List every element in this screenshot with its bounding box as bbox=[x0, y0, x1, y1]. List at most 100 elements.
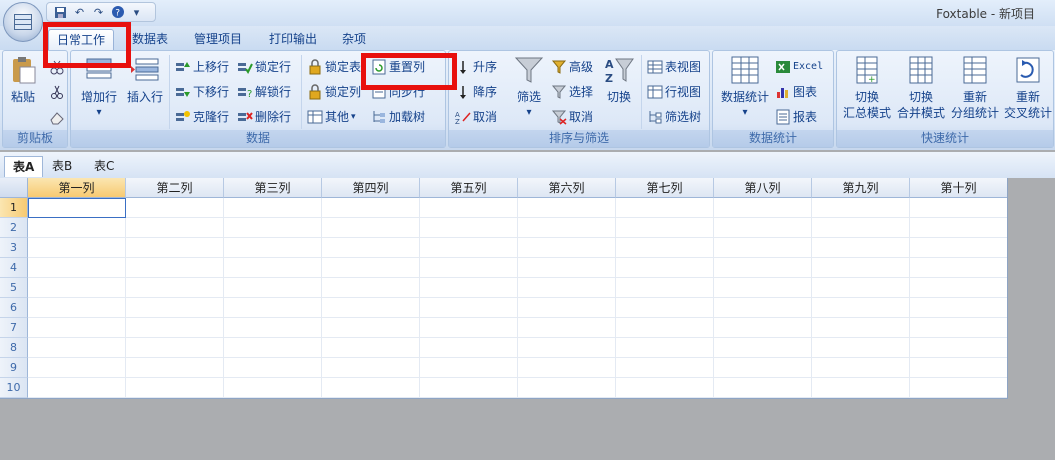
report-button[interactable]: 报表 bbox=[775, 107, 817, 127]
insert-row-button[interactable]: 插入行 bbox=[125, 55, 165, 105]
clone-row-button[interactable]: 克隆行 bbox=[175, 107, 229, 127]
customize-dropdown-icon[interactable]: ▾ bbox=[129, 5, 144, 20]
switch-merge-mode-button[interactable]: 切换 合并模式 bbox=[893, 55, 949, 121]
data-grid[interactable]: 第一列 第二列 第三列 第四列 第五列 第六列 第七列 第八列 第九列 第十列 123456789… bbox=[0, 178, 1008, 399]
paste-button[interactable]: 粘贴 bbox=[7, 55, 39, 105]
advanced-filter-button[interactable]: 高级 bbox=[551, 57, 593, 77]
highlight-box-daily-work bbox=[43, 22, 131, 68]
svg-text:+: + bbox=[868, 75, 876, 85]
insert-row-icon bbox=[130, 55, 160, 85]
clipboard-group-label: 剪贴板 bbox=[3, 130, 67, 147]
scissors-icon bbox=[49, 84, 65, 100]
column-header[interactable]: 第九列 bbox=[812, 178, 910, 198]
row-view-icon bbox=[647, 84, 663, 100]
sort-desc-button[interactable]: 降序 bbox=[455, 82, 497, 102]
switch-summary-mode-button[interactable]: + 切换 汇总模式 bbox=[839, 55, 895, 121]
column-header[interactable]: 第七列 bbox=[616, 178, 714, 198]
stats-group: 数据统计 ▾ Excel 图表 报表 数据统计 bbox=[712, 50, 834, 148]
column-header[interactable]: 第一列 bbox=[28, 178, 126, 198]
redo-icon[interactable]: ↷ bbox=[91, 5, 106, 20]
lock-table-button[interactable]: 锁定表 bbox=[307, 57, 361, 77]
excel-icon bbox=[775, 59, 791, 75]
select-filter-button[interactable]: 选择 bbox=[551, 82, 593, 102]
tab-misc[interactable]: 杂项 bbox=[334, 29, 374, 50]
unlock-row-button[interactable]: ? 解锁行 bbox=[237, 82, 291, 102]
move-row-down-button[interactable]: 下移行 bbox=[175, 82, 229, 102]
sort-filter-group-label: 排序与筛选 bbox=[449, 130, 709, 147]
cancel-sort-button[interactable]: A Z 取消 bbox=[455, 107, 497, 127]
column-header[interactable]: 第三列 bbox=[224, 178, 322, 198]
sheet-tab-c[interactable]: 表C bbox=[86, 156, 122, 177]
cancel-filter-button[interactable]: 取消 bbox=[551, 107, 593, 127]
move-down-icon bbox=[175, 84, 191, 100]
row-header[interactable]: 9 bbox=[0, 358, 28, 378]
delete-row-button[interactable]: 删除行 bbox=[237, 107, 291, 127]
row-header[interactable]: 1 bbox=[0, 198, 28, 218]
app-logo-icon bbox=[14, 14, 32, 30]
column-header[interactable]: 第八列 bbox=[714, 178, 812, 198]
unlock-row-icon: ? bbox=[237, 84, 253, 100]
column-header[interactable]: 第二列 bbox=[126, 178, 224, 198]
sort-az-filter-icon: AZ bbox=[604, 55, 634, 85]
select-filter-icon bbox=[551, 84, 567, 100]
row-header[interactable]: 10 bbox=[0, 378, 28, 398]
grid-line bbox=[28, 217, 1007, 218]
switch-filter-button[interactable]: AZ 切换 bbox=[601, 55, 637, 105]
row-header[interactable]: 3 bbox=[0, 238, 28, 258]
active-cell[interactable] bbox=[28, 198, 126, 218]
sheet-tab-b[interactable]: 表B bbox=[44, 156, 80, 177]
lock-column-button[interactable]: 锁定列 bbox=[307, 82, 361, 102]
move-row-up-button[interactable]: 上移行 bbox=[175, 57, 229, 77]
grid-line bbox=[223, 198, 224, 398]
filter-dropdown-icon: ▾ bbox=[526, 107, 532, 118]
row-view-button[interactable]: 行视图 bbox=[647, 82, 701, 102]
save-icon[interactable] bbox=[53, 5, 68, 20]
data-stats-button[interactable]: 数据统计 ▾ bbox=[717, 55, 773, 121]
filter-button[interactable]: 筛选 ▾ bbox=[511, 55, 547, 121]
help-icon[interactable]: ? bbox=[110, 5, 125, 20]
grid-line bbox=[28, 357, 1007, 358]
sort-asc-button[interactable]: 升序 bbox=[455, 57, 497, 77]
format-painter-button[interactable] bbox=[49, 107, 67, 127]
row-header[interactable]: 4 bbox=[0, 258, 28, 278]
ribbon: 粘贴 剪贴板 增加行 ▾ 插入行 上移行 下移行 克隆行 锁定行 ? 解锁行 删除… bbox=[0, 50, 1055, 150]
regroup-stats-button[interactable]: 重新 分组统计 bbox=[947, 55, 1003, 121]
tab-data-table[interactable]: 数据表 bbox=[124, 29, 176, 50]
table-view-button[interactable]: 表视图 bbox=[647, 57, 701, 77]
table-view-icon bbox=[647, 59, 663, 75]
other-button[interactable]: 其他 ▾ bbox=[307, 107, 356, 127]
add-row-dropdown-icon: ▾ bbox=[96, 107, 102, 118]
lock-row-button[interactable]: 锁定行 bbox=[237, 57, 291, 77]
column-header[interactable]: 第五列 bbox=[420, 178, 518, 198]
stats-table-icon bbox=[730, 55, 760, 85]
row-header[interactable]: 2 bbox=[0, 218, 28, 238]
tab-manage-project[interactable]: 管理项目 bbox=[186, 29, 250, 50]
tab-print-output[interactable]: 打印输出 bbox=[261, 29, 325, 50]
grid-line bbox=[713, 198, 714, 398]
row-header[interactable]: 6 bbox=[0, 298, 28, 318]
column-header[interactable]: 第十列 bbox=[910, 178, 1007, 198]
report-icon bbox=[775, 109, 791, 125]
column-header[interactable]: 第六列 bbox=[518, 178, 616, 198]
sheet-tab-a[interactable]: 表A bbox=[4, 156, 44, 177]
chart-button[interactable]: 图表 bbox=[775, 82, 817, 102]
grid-corner[interactable] bbox=[0, 178, 28, 198]
row-header[interactable]: 8 bbox=[0, 338, 28, 358]
copy-button[interactable] bbox=[49, 82, 67, 102]
merge-mode-icon bbox=[906, 55, 936, 85]
stats-group-label: 数据统计 bbox=[713, 130, 833, 147]
column-header[interactable]: 第四列 bbox=[322, 178, 420, 198]
row-header[interactable]: 5 bbox=[0, 278, 28, 298]
quick-stats-group: + 切换 汇总模式 切换 合并模式 重新 分组统计 重新 交叉统计 快速统计 bbox=[836, 50, 1054, 148]
grid-line bbox=[28, 397, 1007, 398]
load-tree-button[interactable]: 加载树 bbox=[371, 107, 425, 127]
cancel-filter-icon bbox=[551, 109, 567, 125]
excel-button[interactable]: Excel bbox=[775, 57, 823, 77]
undo-icon[interactable]: ↶ bbox=[72, 5, 87, 20]
other-dropdown-icon: ▾ bbox=[351, 112, 356, 122]
lock-icon bbox=[307, 84, 323, 100]
app-menu-button[interactable] bbox=[3, 2, 43, 42]
recross-stats-button[interactable]: 重新 交叉统计 bbox=[1001, 55, 1055, 121]
row-header[interactable]: 7 bbox=[0, 318, 28, 338]
filter-tree-button[interactable]: 筛选树 bbox=[647, 107, 701, 127]
